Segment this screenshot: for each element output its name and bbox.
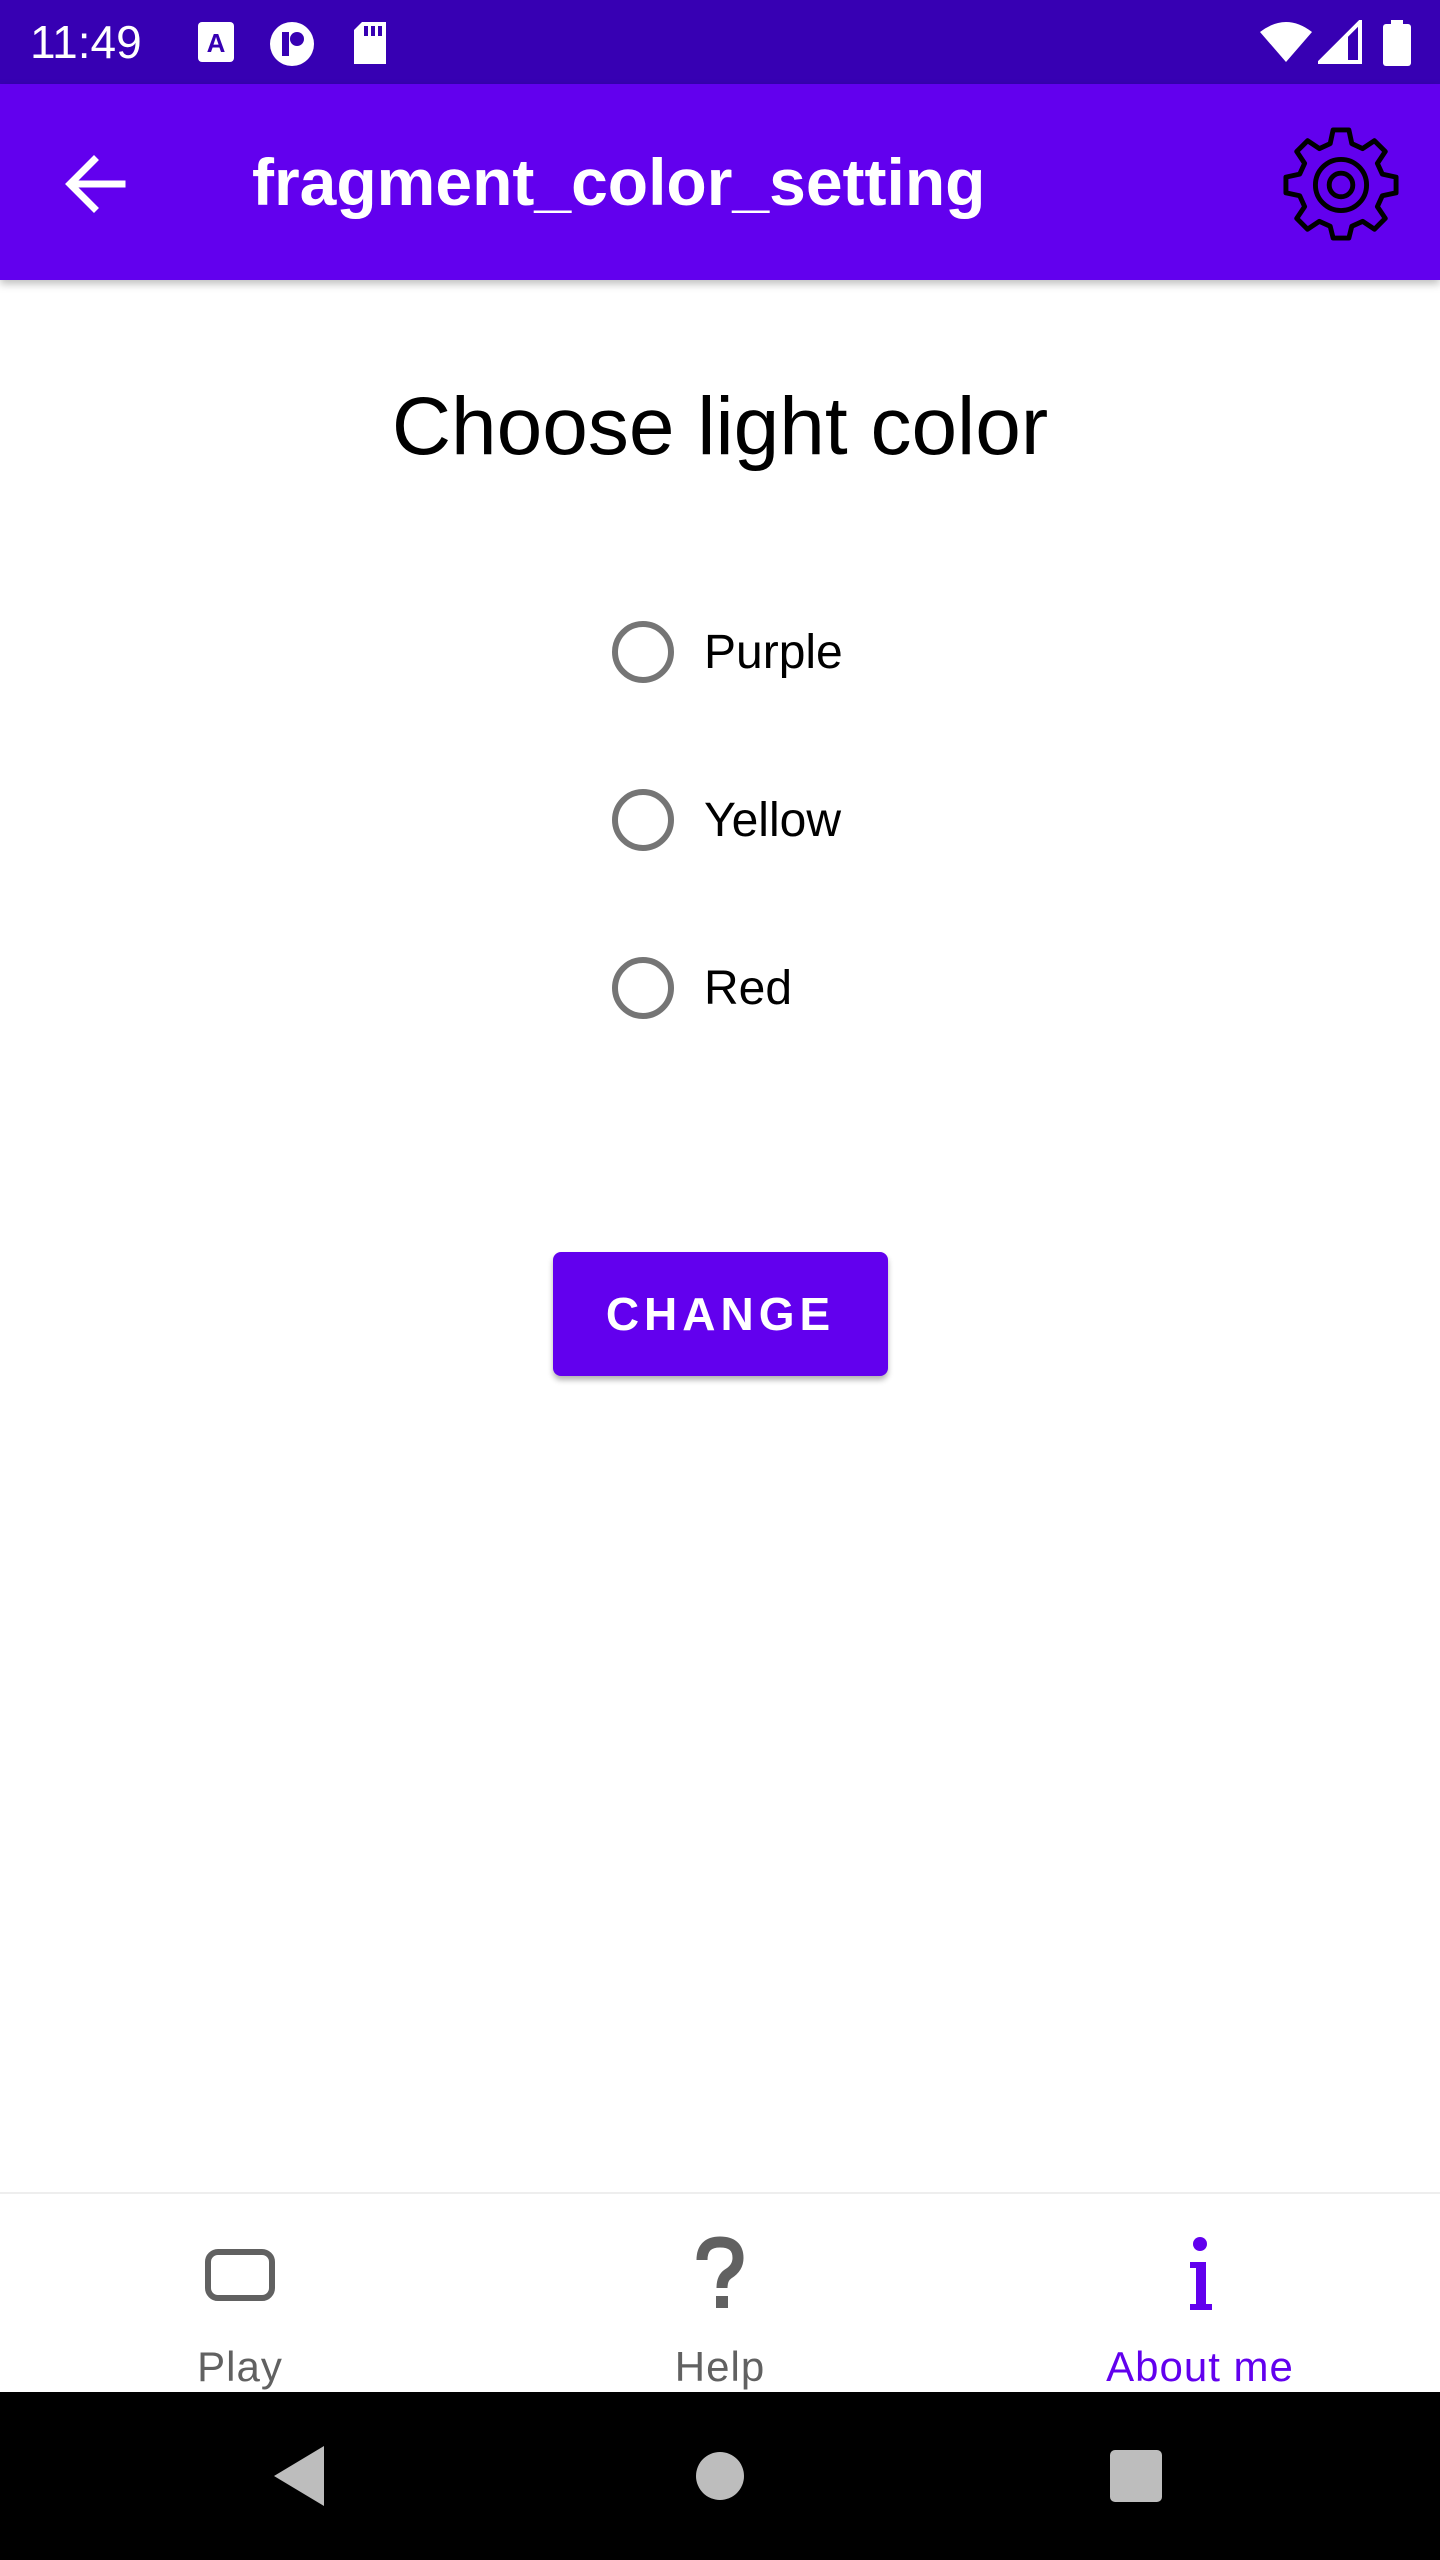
home-circle-icon[interactable] <box>694 2442 746 2510</box>
nav-item-about-me[interactable]: About me <box>960 2194 1440 2394</box>
nav-label: Help <box>674 2343 766 2390</box>
gear-icon[interactable] <box>1282 124 1400 242</box>
nav-item-help[interactable]: Help <box>480 2194 960 2394</box>
svg-text:A: A <box>207 28 226 58</box>
section-heading: Choose light color <box>391 381 1049 472</box>
back-triangle-icon[interactable] <box>270 2442 330 2510</box>
nav-label: Play <box>197 2343 283 2390</box>
recents-square-icon[interactable] <box>1108 2442 1164 2510</box>
status-bar: 11:49 A <box>0 0 1440 84</box>
a-accessibility-icon: A <box>198 22 234 62</box>
question-icon <box>696 2236 744 2308</box>
change-button[interactable]: CHANGE <box>553 1252 888 1376</box>
radio-label: Red <box>704 961 793 1015</box>
radio-label: Yellow <box>704 793 841 847</box>
radio-option-purple[interactable]: Purple <box>612 602 1012 702</box>
notification-app-icon <box>270 22 314 66</box>
signal-icon <box>1318 20 1362 64</box>
radio-button[interactable] <box>612 957 674 1019</box>
nav-label: About me <box>1106 2343 1294 2390</box>
system-navigation-bar <box>0 2392 1440 2560</box>
radio-button[interactable] <box>612 621 674 683</box>
arrow-left-icon[interactable] <box>56 144 136 224</box>
info-icon <box>1190 2237 1212 2310</box>
page-title: fragment_color_setting <box>252 145 986 219</box>
radio-button[interactable] <box>612 789 674 851</box>
sd-card-icon <box>354 22 386 64</box>
battery-icon <box>1383 20 1411 66</box>
nav-item-play[interactable]: Play <box>0 2194 480 2394</box>
bottom-navigation: Play Help About me <box>0 2192 1440 2394</box>
wifi-icon <box>1260 22 1312 62</box>
play-frame-icon <box>205 2249 275 2301</box>
radio-option-yellow[interactable]: Yellow <box>612 770 1012 870</box>
radio-option-red[interactable]: Red <box>612 938 1012 1038</box>
radio-label: Purple <box>704 625 843 679</box>
status-time: 11:49 <box>30 16 142 68</box>
app-bar: fragment_color_setting <box>0 84 1440 280</box>
